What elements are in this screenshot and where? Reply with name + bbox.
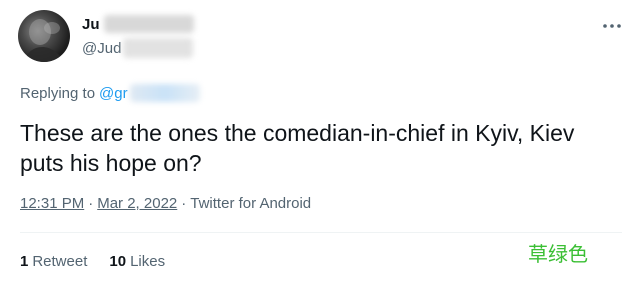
profile-avatar[interactable] (18, 10, 70, 62)
replying-to-handle[interactable]: @gr (99, 85, 128, 102)
retweets-stat[interactable]: 1 Retweet (20, 253, 87, 270)
redacted-reply-blur (129, 84, 200, 102)
likes-label: Likes (130, 253, 166, 270)
retweets-count: 1 (20, 253, 29, 270)
more-dots-icon[interactable] (602, 22, 622, 30)
tweet-text: These are the ones the comedian-in-chief… (20, 120, 575, 176)
replying-to-row: Replying to @gr (20, 84, 200, 102)
redacted-name-blur (103, 15, 194, 33)
redacted-handle-blur (123, 38, 194, 58)
retweets-label: Retweet (32, 253, 88, 270)
tweet-meta-row: 12:31 PM · Mar 2, 2022 · Twitter for And… (20, 195, 311, 212)
author-handle[interactable]: @Jud (82, 40, 121, 57)
avatar-image (24, 19, 64, 62)
replying-to-label: Replying to (20, 84, 96, 102)
meta-separator: · (88, 195, 94, 212)
author-handle-row: @Jud (82, 38, 194, 58)
tweet-time-link[interactable]: 12:31 PM (20, 195, 84, 212)
likes-stat[interactable]: 10 Likes (109, 253, 165, 270)
tweet-date-link[interactable]: Mar 2, 2022 (97, 195, 177, 212)
tweet-source[interactable]: Twitter for Android (190, 195, 311, 212)
likes-count: 10 (109, 253, 127, 270)
author-display-name[interactable]: Ju (82, 16, 100, 33)
meta-separator: · (181, 195, 187, 212)
stats-divider (20, 232, 622, 233)
author-name-row: Ju (82, 15, 194, 33)
tweet-stats-row: 1 Retweet 10 Likes (20, 253, 187, 270)
watermark-text: 草绿色 (528, 242, 588, 266)
